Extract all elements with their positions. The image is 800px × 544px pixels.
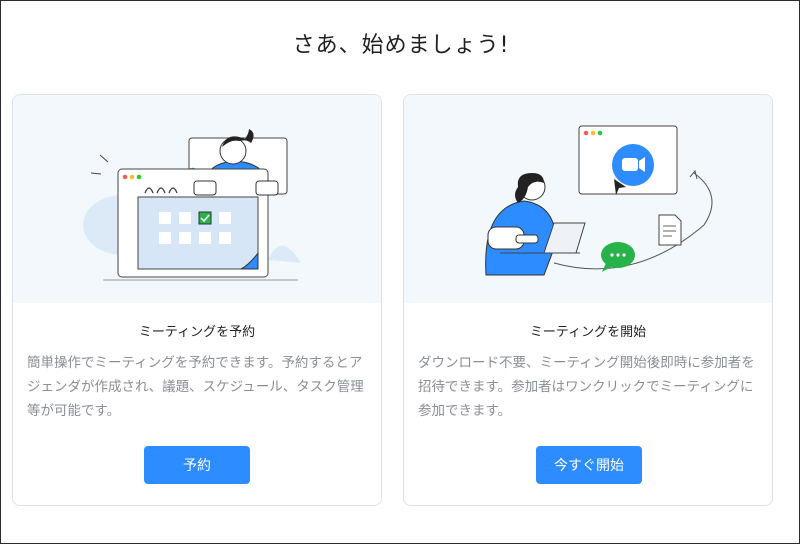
start-card-title: ミーティングを開始: [529, 325, 647, 340]
page-title: さあ、始めましょう!: [292, 33, 510, 58]
schedule-illustration: [13, 95, 381, 303]
bg-blob-right: [268, 245, 301, 263]
person-head: [219, 137, 247, 165]
calendar-grid: [137, 196, 259, 270]
schedule-card-description: 簡単操作でミーティングを予約できます。予約するとアジェンダが作成され、議題、スケ…: [27, 355, 364, 419]
start-card-description: ダウンロード不要、ミーティング開始後即時に参加者を招待できます。参加者はワンクリ…: [418, 355, 755, 419]
page-frame: さあ、始めましょう! ミーティングを予約 簡単操作でミーティングを予約できます。…: [0, 0, 800, 544]
start-illustration: [404, 95, 772, 303]
schedule-button[interactable]: 予約: [144, 446, 250, 484]
schedule-meeting-card: ミーティングを予約 簡単操作でミーティングを予約できます。予約するとアジェンダが…: [12, 94, 382, 506]
schedule-card-title: ミーティングを予約: [138, 325, 256, 340]
start-meeting-card: ミーティングを開始 ダウンロード不要、ミーティング開始後即時に参加者を招待できま…: [403, 94, 773, 506]
camera-icon: [622, 158, 638, 171]
start-now-button[interactable]: 今すぐ開始: [536, 446, 642, 484]
checked-day-icon: [198, 211, 212, 225]
calendar-illustration-svg: [83, 129, 301, 281]
video-meeting-illustration-svg: [485, 125, 713, 276]
document-icon: [658, 214, 682, 246]
